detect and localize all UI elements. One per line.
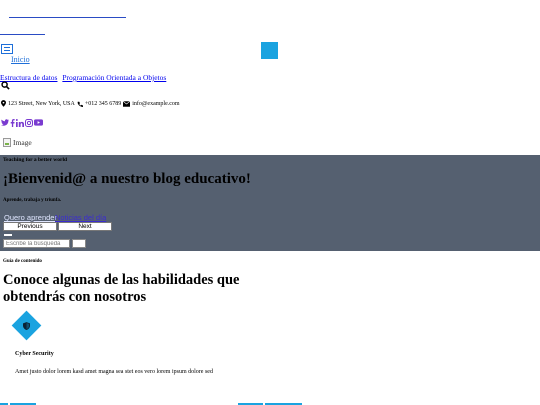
menu-toggle-button[interactable]	[1, 44, 13, 54]
carousel-next-button[interactable]: Next	[58, 222, 112, 231]
nav-link-oop[interactable]: Programación Orientada a Objetos	[62, 73, 166, 82]
search-input[interactable]	[3, 239, 70, 248]
search-close-icon[interactable]	[4, 234, 12, 236]
hero-tagline: Aprende, trabaja y triunfa.	[3, 198, 62, 203]
contact-email: info@example.com	[132, 100, 180, 107]
broken-image: Image	[3, 138, 32, 147]
section-title: Conoce algunas de las habilidades que ob…	[3, 272, 240, 305]
learn-button[interactable]: Quero aprender	[4, 213, 57, 222]
carousel-prev-button[interactable]: Previous	[3, 222, 57, 231]
contact-address: 123 Street, New York, USA	[8, 100, 75, 107]
social-links	[1, 119, 43, 127]
location-icon	[1, 100, 6, 107]
toc-label: Guía de contenido	[3, 259, 42, 264]
twitter-icon[interactable]	[1, 119, 9, 126]
facebook-icon[interactable]	[10, 119, 15, 127]
nav-links: Estructura de datos Programación Orienta…	[0, 73, 169, 82]
shield-icon	[23, 322, 30, 330]
contact-phone: +012 345 6789	[84, 100, 122, 107]
top-underline-short	[0, 34, 45, 35]
skill-title: Cyber Security	[15, 351, 54, 357]
instagram-icon[interactable]	[25, 119, 33, 127]
search-submit-button[interactable]	[72, 239, 86, 248]
skill-description: Amet justo dolor lorem kasd amet magna s…	[15, 369, 213, 375]
envelope-icon	[123, 100, 131, 107]
news-button[interactable]: Noticias del día	[55, 213, 106, 222]
phone-icon	[77, 101, 83, 107]
contact-info: 123 Street, New York, USA +012 345 6789 …	[1, 100, 180, 107]
hero-subtitle: Teaching for a better world	[3, 157, 68, 163]
hero-title: ¡Bienvenid@ a nuestro blog educativo!	[3, 171, 251, 187]
image-alt-text: Image	[13, 138, 32, 147]
youtube-icon[interactable]	[34, 119, 43, 126]
linkedin-icon[interactable]	[16, 119, 24, 127]
nav-home-link[interactable]: Inicio	[11, 55, 30, 64]
top-underline	[9, 17, 126, 18]
search-icon[interactable]	[1, 81, 10, 90]
broken-image-icon	[3, 138, 11, 147]
brand-square	[261, 42, 278, 59]
